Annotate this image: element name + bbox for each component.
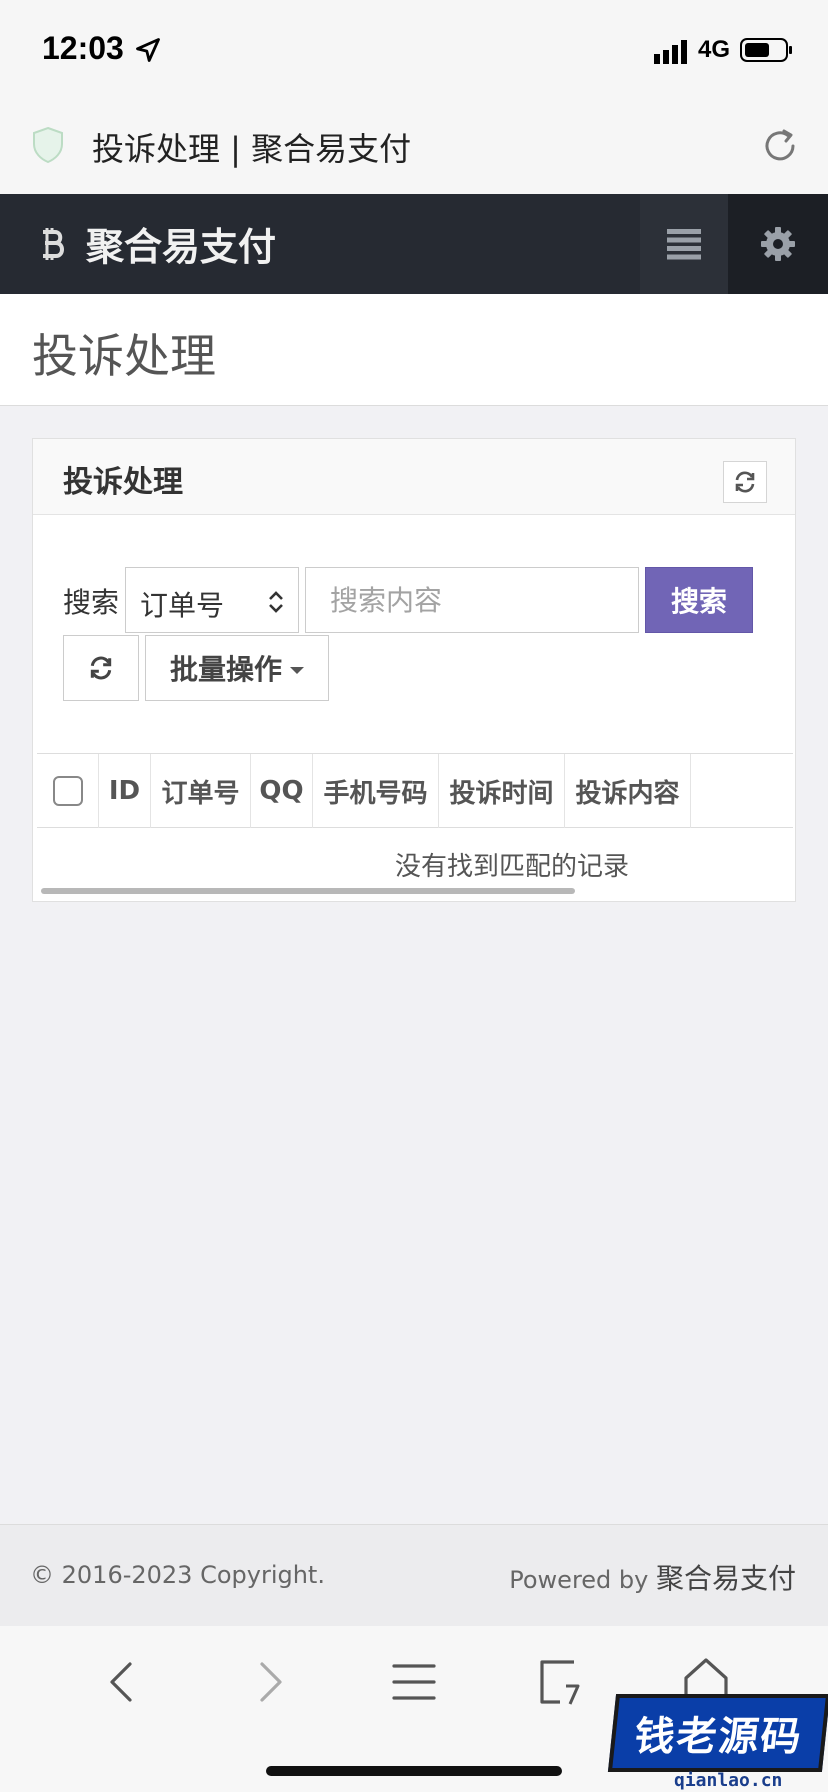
- search-label: 搜索: [63, 586, 120, 619]
- column-header-complaint-content[interactable]: 投诉内容: [565, 754, 691, 828]
- page-footer: © 2016-2023 Copyright. Powered by 聚合易支付: [0, 1524, 828, 1626]
- search-field-selected: 订单号: [140, 589, 225, 622]
- location-arrow-icon: [136, 38, 160, 62]
- complaints-panel: 投诉处理 搜索 订单号 搜索 批量操作: [32, 438, 796, 902]
- batch-operations-label: 批量操作: [169, 653, 282, 686]
- menu-icon[interactable]: [386, 1654, 442, 1710]
- gear-icon: [761, 227, 795, 261]
- column-header-id[interactable]: ID: [99, 754, 151, 828]
- network-type: 4G: [698, 36, 731, 63]
- search-field-select[interactable]: 订单号: [125, 567, 299, 633]
- search-button[interactable]: 搜索: [645, 567, 753, 633]
- search-input[interactable]: [305, 567, 639, 633]
- table-header-row: ID 订单号 QQ 手机号码 投诉时间 投诉内容: [37, 754, 793, 828]
- menu-toggle-button[interactable]: [640, 194, 728, 294]
- status-bar: 12:03 4G: [0, 0, 828, 100]
- column-header-phone[interactable]: 手机号码: [313, 754, 439, 828]
- home-indicator[interactable]: [266, 1766, 562, 1776]
- page-header: 投诉处理: [0, 294, 828, 406]
- select-all-checkbox[interactable]: [52, 776, 83, 806]
- brand-name[interactable]: 聚合易支付: [86, 216, 276, 271]
- watermark-box: 钱老源码: [607, 1694, 828, 1772]
- back-icon[interactable]: [96, 1654, 152, 1710]
- settings-button[interactable]: [728, 194, 828, 294]
- page-title: 投诉处理: [32, 329, 216, 383]
- caret-down-icon: [290, 666, 304, 674]
- bitcoin-icon: [43, 228, 64, 260]
- copyright-text: © 2016-2023 Copyright.: [30, 1561, 325, 1589]
- horizontal-scrollbar[interactable]: [41, 888, 575, 894]
- chevron-updown-icon: [269, 591, 283, 613]
- panel-header: 投诉处理: [33, 439, 795, 515]
- column-header-complaint-time[interactable]: 投诉时间: [439, 754, 565, 828]
- panel-refresh-button[interactable]: [723, 461, 767, 503]
- column-header-overflow: [691, 754, 793, 828]
- complaints-table[interactable]: ID 订单号 QQ 手机号码 投诉时间 投诉内容 没有找到匹配的记录: [37, 753, 793, 901]
- select-all-cell[interactable]: [37, 754, 99, 828]
- powered-by: Powered by 聚合易支付: [509, 1557, 796, 1597]
- menu-icon: [667, 229, 701, 260]
- app-navbar: 聚合易支付: [0, 194, 828, 294]
- column-header-order-no[interactable]: 订单号: [151, 754, 251, 828]
- watermark-text: 钱老源码: [632, 1714, 805, 1760]
- tabs-icon[interactable]: [532, 1654, 588, 1710]
- address-bar[interactable]: 投诉处理 | 聚合易支付: [0, 100, 828, 194]
- watermark-logo: 钱老源码 qianlao.cn: [604, 1694, 828, 1792]
- battery-icon: [740, 38, 792, 62]
- powered-by-name: 聚合易支付: [655, 1562, 796, 1595]
- signal-icon: [654, 40, 687, 64]
- refresh-icon: [90, 656, 112, 680]
- forward-icon[interactable]: [240, 1654, 296, 1710]
- table-refresh-button[interactable]: [63, 635, 139, 701]
- reload-icon[interactable]: [760, 126, 800, 166]
- browser-page-title[interactable]: 投诉处理 | 聚合易支付: [92, 124, 411, 170]
- column-header-qq[interactable]: QQ: [251, 754, 313, 828]
- refresh-icon: [735, 471, 755, 493]
- watermark-site: qianlao.cn: [674, 1770, 783, 1791]
- batch-operations-button[interactable]: 批量操作: [145, 635, 329, 701]
- shield-icon: [33, 126, 63, 164]
- empty-table-message: 没有找到匹配的记录: [394, 852, 629, 882]
- panel-title: 投诉处理: [63, 465, 183, 500]
- status-time: 12:03: [42, 30, 124, 66]
- powered-by-prefix: Powered by: [509, 1566, 656, 1594]
